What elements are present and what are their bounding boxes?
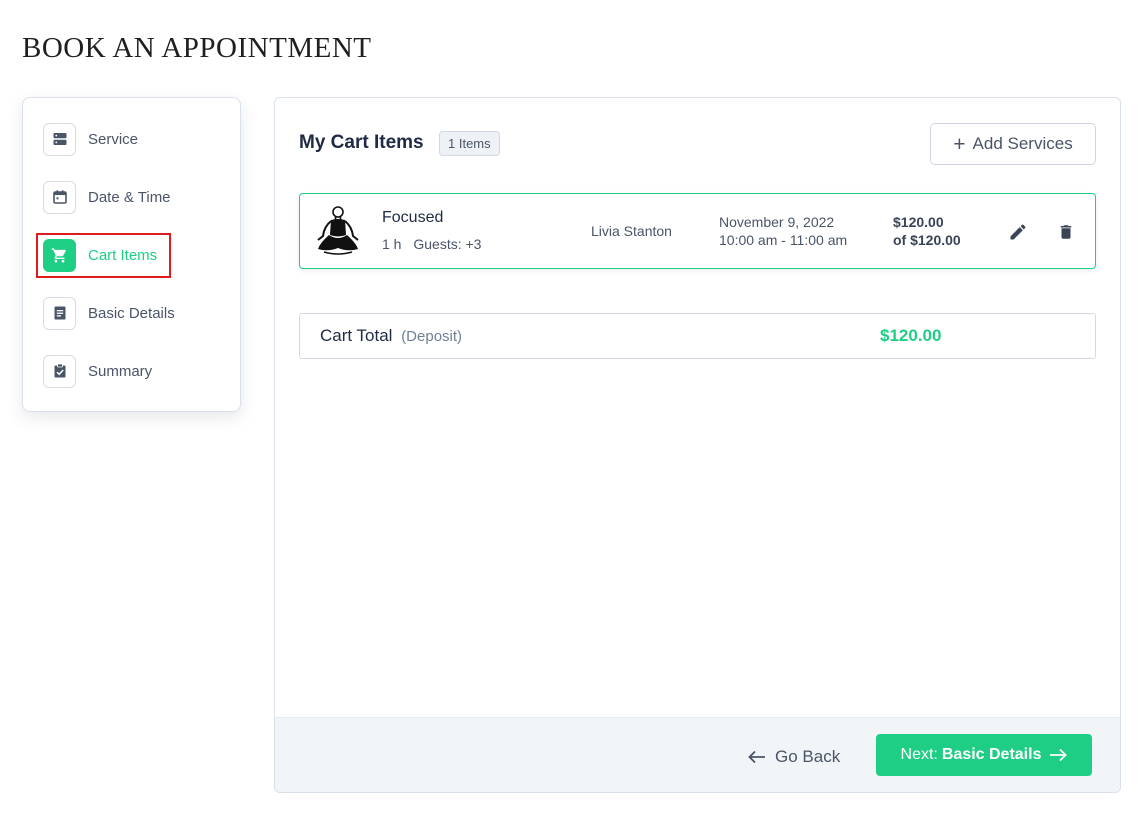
price-amount: $120.00 [893,214,944,230]
cart-total-row: Cart Total (Deposit) $120.00 [299,313,1096,359]
edit-icon[interactable] [1008,222,1028,242]
total-label-text: Cart Total [320,326,393,345]
cart-total-value: $120.00 [880,326,942,345]
cart-item-row: Focused 1 h Guests: +3 Livia Stanton Nov… [299,193,1096,269]
cart-panel: My Cart Items 1 Items + Add Services Foc… [274,97,1121,793]
cart-title: My Cart Items [299,132,424,153]
arrow-right-icon [1050,748,1068,762]
appointment-date: November 9, 2022 [719,214,835,230]
booking-steps-sidebar: Service Date & Time Cart Items Basic Det… [22,97,241,412]
document-icon [43,296,76,330]
yoga-meditation-icon [317,206,359,255]
appointment-time: 10:00 am - 11:00 am [719,232,848,248]
step-basic-details[interactable]: Basic Details [43,296,175,330]
step-label: Summary [88,362,153,380]
step-date-time[interactable]: Date & Time [43,180,171,214]
plus-icon: + [953,132,966,156]
step-label: Service [88,130,139,148]
go-back-button[interactable]: Go Back [748,745,840,769]
service-name: Focused [382,209,444,226]
total-sublabel: (Deposit) [401,328,463,345]
active-step-highlight [36,233,171,278]
service-duration: 1 h [382,236,402,252]
cart-total-label: Cart Total (Deposit) [320,326,462,346]
add-services-label: Add Services [972,134,1073,153]
items-count-badge: 1 Items [439,131,500,156]
staff-name: Livia Stanton [591,223,672,239]
service-meta: 1 h Guests: +3 [382,236,481,252]
step-label: Basic Details [88,304,175,322]
add-services-button[interactable]: + Add Services [930,123,1096,165]
go-back-label: Go Back [775,747,841,766]
arrow-left-icon [748,750,765,764]
calendar-icon [43,180,76,214]
next-target: Basic Details [941,746,1042,763]
step-service[interactable]: Service [43,122,138,156]
next-prefix: Next: [900,746,938,763]
page-title: BOOK AN APPOINTMENT [22,32,372,64]
step-footer: Go Back Next: Basic Details [275,717,1120,792]
next-basic-details-button[interactable]: Next: Basic Details [876,734,1092,776]
step-summary[interactable]: Summary [43,354,152,388]
step-label: Date & Time [88,188,171,206]
price-of-total: of $120.00 [893,232,961,248]
server-icon [43,122,76,156]
item-price: $120.00 of $120.00 [893,213,961,249]
service-guests: Guests: +3 [413,236,482,252]
appointment-datetime: November 9, 2022 10:00 am - 11:00 am [719,213,847,249]
delete-icon[interactable] [1057,222,1075,242]
clipboard-check-icon [43,354,76,388]
